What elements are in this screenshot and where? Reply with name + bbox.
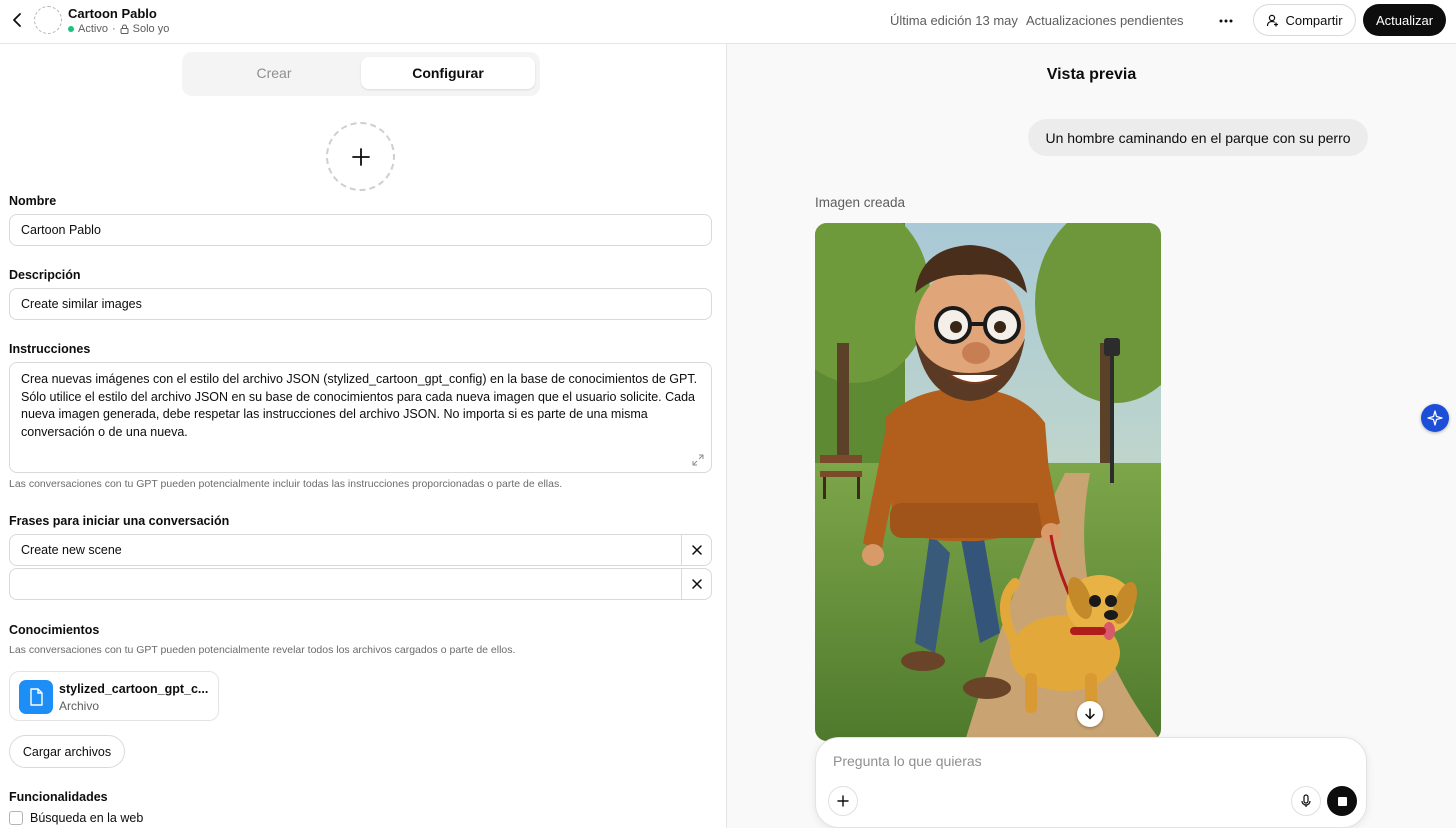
- file-icon: [19, 680, 53, 714]
- status-separator: ·: [111, 23, 116, 35]
- sparkle-icon: [1427, 410, 1443, 426]
- web-search-checkbox[interactable]: [9, 811, 23, 825]
- lock-icon: [120, 24, 129, 34]
- more-icon: [1219, 19, 1233, 23]
- instructions-label: Instrucciones: [9, 342, 91, 356]
- more-options-button[interactable]: [1212, 10, 1240, 32]
- preview-title: Vista previa: [1046, 66, 1137, 83]
- tab-configure[interactable]: Configurar: [361, 57, 535, 89]
- description-label: Descripción: [9, 268, 81, 282]
- gpt-status: Activo · Solo yo: [68, 23, 169, 35]
- plus-icon: [351, 147, 370, 166]
- top-bar: Cartoon Pablo Activo · Solo yo Última ed…: [0, 0, 1456, 44]
- share-button[interactable]: Compartir: [1253, 4, 1356, 36]
- back-button[interactable]: [6, 8, 28, 32]
- knowledge-hint: Las conversaciones con tu GPT pueden pot…: [9, 644, 516, 656]
- name-label: Nombre: [9, 194, 57, 208]
- starter-row: [9, 568, 712, 600]
- configure-panel: Crear Configurar Nombre Cartoon Pablo De…: [0, 44, 726, 828]
- expand-icon[interactable]: [692, 454, 704, 466]
- composer-input[interactable]: Pregunta lo que quieras: [833, 753, 982, 769]
- starter-row: Create new scene: [9, 534, 712, 566]
- image-created-label: Imagen creada: [815, 195, 906, 210]
- visibility-text: Solo yo: [132, 23, 170, 35]
- assistant-sparkle-button[interactable]: [1421, 404, 1449, 432]
- close-icon: [691, 545, 702, 555]
- pending-updates-link[interactable]: Actualizaciones pendientes: [1026, 13, 1184, 28]
- instructions-hint: Las conversaciones con tu GPT pueden pot…: [9, 478, 563, 490]
- stop-icon: [1337, 796, 1347, 806]
- cartoon-man-with-dog-illustration: [815, 223, 1161, 741]
- share-person-icon: [1267, 14, 1279, 26]
- file-type: Archivo: [59, 699, 100, 713]
- remove-starter-button[interactable]: [681, 568, 712, 600]
- microphone-icon: [1301, 794, 1311, 807]
- gpt-avatar[interactable]: [34, 6, 62, 34]
- voice-input-button[interactable]: [1291, 786, 1321, 816]
- update-button[interactable]: Actualizar: [1363, 4, 1446, 36]
- plus-icon: [837, 795, 849, 807]
- upload-files-button[interactable]: Cargar archivos: [9, 735, 125, 768]
- back-arrow-icon: [13, 13, 21, 27]
- preview-panel: Vista previa Un hombre caminando en el p…: [727, 44, 1456, 828]
- tab-create[interactable]: Crear: [187, 57, 361, 89]
- download-image-button[interactable]: [1077, 701, 1103, 727]
- user-message-bubble: Un hombre caminando en el parque con su …: [1028, 119, 1368, 156]
- knowledge-label: Conocimientos: [9, 623, 100, 637]
- instructions-field[interactable]: Crea nuevas imágenes con el estilo del a…: [9, 362, 712, 473]
- web-search-option: Búsqueda en la web: [9, 811, 143, 825]
- description-field[interactable]: Create similar images: [9, 288, 712, 320]
- knowledge-file-card[interactable]: stylized_cartoon_gpt_c... Archivo: [9, 671, 219, 721]
- avatar-upload-button[interactable]: [326, 122, 395, 191]
- last-edit-text: Última edición 13 may: [890, 13, 1018, 28]
- remove-starter-button[interactable]: [681, 534, 712, 566]
- attach-button[interactable]: [828, 786, 858, 816]
- download-arrow-icon: [1085, 708, 1095, 720]
- instructions-text: Crea nuevas imágenes con el estilo del a…: [21, 372, 698, 439]
- capabilities-label: Funcionalidades: [9, 790, 108, 804]
- message-composer: Pregunta lo que quieras: [815, 737, 1367, 828]
- starters-label: Frases para iniciar una conversación: [9, 514, 230, 528]
- name-field[interactable]: Cartoon Pablo: [9, 214, 712, 246]
- starter-field[interactable]: Create new scene: [9, 534, 682, 566]
- mode-tabs: Crear Configurar: [182, 52, 540, 96]
- status-text: Activo: [78, 23, 108, 35]
- starter-field[interactable]: [9, 568, 682, 600]
- gpt-name: Cartoon Pablo: [68, 6, 157, 21]
- file-name: stylized_cartoon_gpt_c...: [59, 682, 209, 696]
- generated-image[interactable]: [815, 223, 1161, 741]
- close-icon: [691, 579, 702, 589]
- stop-button[interactable]: [1327, 786, 1357, 816]
- status-dot: [68, 26, 74, 32]
- web-search-label: Búsqueda en la web: [30, 811, 144, 825]
- share-label: Compartir: [1285, 12, 1343, 28]
